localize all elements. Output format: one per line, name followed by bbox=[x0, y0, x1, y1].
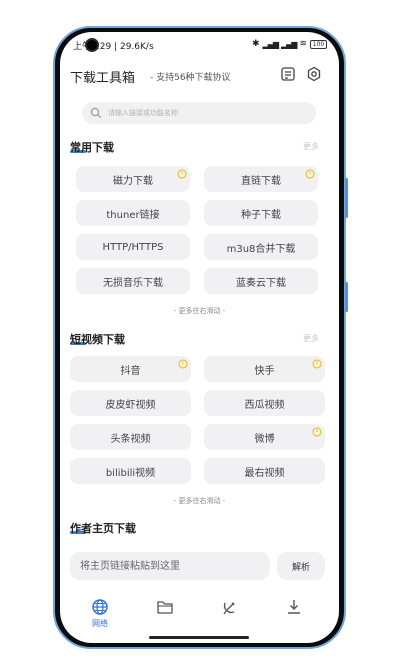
http-https-button[interactable]: HTTP/HTTPS bbox=[76, 234, 190, 260]
button-label: 皮皮虾视频 bbox=[105, 399, 156, 411]
torrent-download-button[interactable]: 种子下载 bbox=[204, 200, 318, 226]
scroll-hint-short-video: - 更多往右滑动 - bbox=[173, 497, 226, 505]
volume-button bbox=[345, 178, 348, 218]
button-label: 微博 bbox=[254, 433, 275, 445]
xigua-video-button[interactable]: 西瓜视频 bbox=[204, 390, 325, 416]
section-title-author: 作者主页下载 bbox=[70, 522, 136, 535]
button-label: bilibili视频 bbox=[105, 467, 156, 479]
timer-badge-icon bbox=[312, 359, 322, 369]
folder-icon bbox=[157, 601, 173, 614]
weibo-button[interactable]: 微博 bbox=[204, 424, 325, 450]
notes-icon[interactable] bbox=[280, 66, 296, 82]
m3u8-merge-button[interactable]: m3u8合并下载 bbox=[204, 234, 318, 260]
more-link-short-video[interactable]: 更多 bbox=[303, 333, 319, 344]
button-label: 直链下载 bbox=[241, 175, 281, 187]
app-title: 下载工具箱 bbox=[70, 71, 136, 86]
app-screen: 上午9:29 | 29.6K/s ✱ ▂▄▆ ▂▄▆ ≋ 100 下载工具箱 -… bbox=[60, 32, 339, 643]
more-link-common[interactable]: 更多 bbox=[303, 141, 319, 152]
button-label: 蓝奏云下载 bbox=[236, 277, 286, 289]
button-label: 种子下载 bbox=[241, 209, 281, 221]
nav-item-downloads[interactable] bbox=[274, 598, 314, 632]
timer-badge-icon bbox=[178, 359, 188, 369]
camera-cutout bbox=[85, 38, 99, 52]
search-bar[interactable] bbox=[82, 102, 316, 124]
section-title-short-video: 短视频下载 bbox=[70, 333, 125, 346]
thunder-link-button[interactable]: thuner链接 bbox=[76, 200, 190, 226]
lossless-music-button[interactable]: 无损音乐下载 bbox=[76, 268, 190, 294]
homepage-link-input[interactable] bbox=[70, 552, 270, 580]
nav-label-network: 网络 bbox=[92, 619, 108, 628]
button-label: 头条视频 bbox=[110, 433, 151, 445]
satellite-dish-icon bbox=[223, 602, 235, 615]
zuiyou-video-button[interactable]: 最右视频 bbox=[204, 458, 325, 484]
toutiao-video-button[interactable]: 头条视频 bbox=[70, 424, 191, 450]
homepage-link-field[interactable] bbox=[70, 552, 270, 580]
bluetooth-icon: ✱ bbox=[251, 39, 260, 49]
button-label: 快手 bbox=[254, 365, 275, 377]
button-label: HTTP/HTTPS bbox=[102, 241, 164, 253]
magnet-download-button[interactable]: 磁力下载 bbox=[76, 166, 190, 192]
status-icons: ✱ ▂▄▆ ▂▄▆ ≋ 100 bbox=[252, 39, 327, 49]
nav-item-network[interactable]: 网络 bbox=[80, 598, 120, 632]
battery-indicator: 100 bbox=[310, 39, 327, 49]
direct-link-download-button[interactable]: 直链下载 bbox=[204, 166, 318, 192]
settings-icon[interactable] bbox=[306, 66, 322, 82]
wifi-icon: ≋ bbox=[299, 39, 307, 49]
bilibili-video-button[interactable]: bilibili视频 bbox=[70, 458, 191, 484]
home-indicator[interactable] bbox=[149, 636, 249, 639]
douyin-button[interactable]: 抖音 bbox=[70, 356, 191, 382]
download-icon bbox=[288, 600, 300, 614]
signal-icon-2: ▂▄▆ bbox=[280, 39, 298, 49]
app-subtitle: - 支持56种下载协议 bbox=[150, 73, 231, 83]
button-label: 磁力下载 bbox=[113, 175, 153, 187]
bottom-nav: 网络 bbox=[60, 594, 339, 634]
button-label: 抖音 bbox=[120, 365, 141, 377]
nav-item-files[interactable] bbox=[145, 598, 185, 632]
timer-badge-icon bbox=[177, 169, 187, 179]
button-label: 西瓜视频 bbox=[244, 399, 285, 411]
button-label: 无损音乐下载 bbox=[103, 277, 163, 289]
button-label: m3u8合并下载 bbox=[226, 243, 296, 255]
globe-icon bbox=[92, 599, 108, 615]
signal-icon: ▂▄▆ bbox=[262, 39, 280, 49]
search-icon bbox=[90, 107, 102, 119]
page: 上午9:29 | 29.6K/s ✱ ▂▄▆ ▂▄▆ ≋ 100 下载工具箱 -… bbox=[0, 0, 400, 667]
pipixia-video-button[interactable]: 皮皮虾视频 bbox=[70, 390, 191, 416]
scroll-hint-common: - 更多往右滑动 - bbox=[173, 307, 226, 315]
status-bar: 上午9:29 | 29.6K/s ✱ ▂▄▆ ▂▄▆ ≋ 100 bbox=[60, 38, 339, 52]
lanzou-download-button[interactable]: 蓝奏云下载 bbox=[204, 268, 318, 294]
button-label: thuner链接 bbox=[106, 209, 160, 221]
kuaishou-button[interactable]: 快手 bbox=[204, 356, 325, 382]
timer-badge-icon bbox=[305, 169, 315, 179]
timer-badge-icon bbox=[312, 427, 322, 437]
parse-button[interactable]: 解析 bbox=[277, 552, 325, 580]
section-title-common: 常用下载 bbox=[70, 141, 114, 154]
button-label: 最右视频 bbox=[244, 467, 285, 479]
search-input[interactable] bbox=[108, 102, 308, 124]
power-button bbox=[345, 282, 348, 312]
nav-item-discover[interactable] bbox=[210, 598, 250, 632]
